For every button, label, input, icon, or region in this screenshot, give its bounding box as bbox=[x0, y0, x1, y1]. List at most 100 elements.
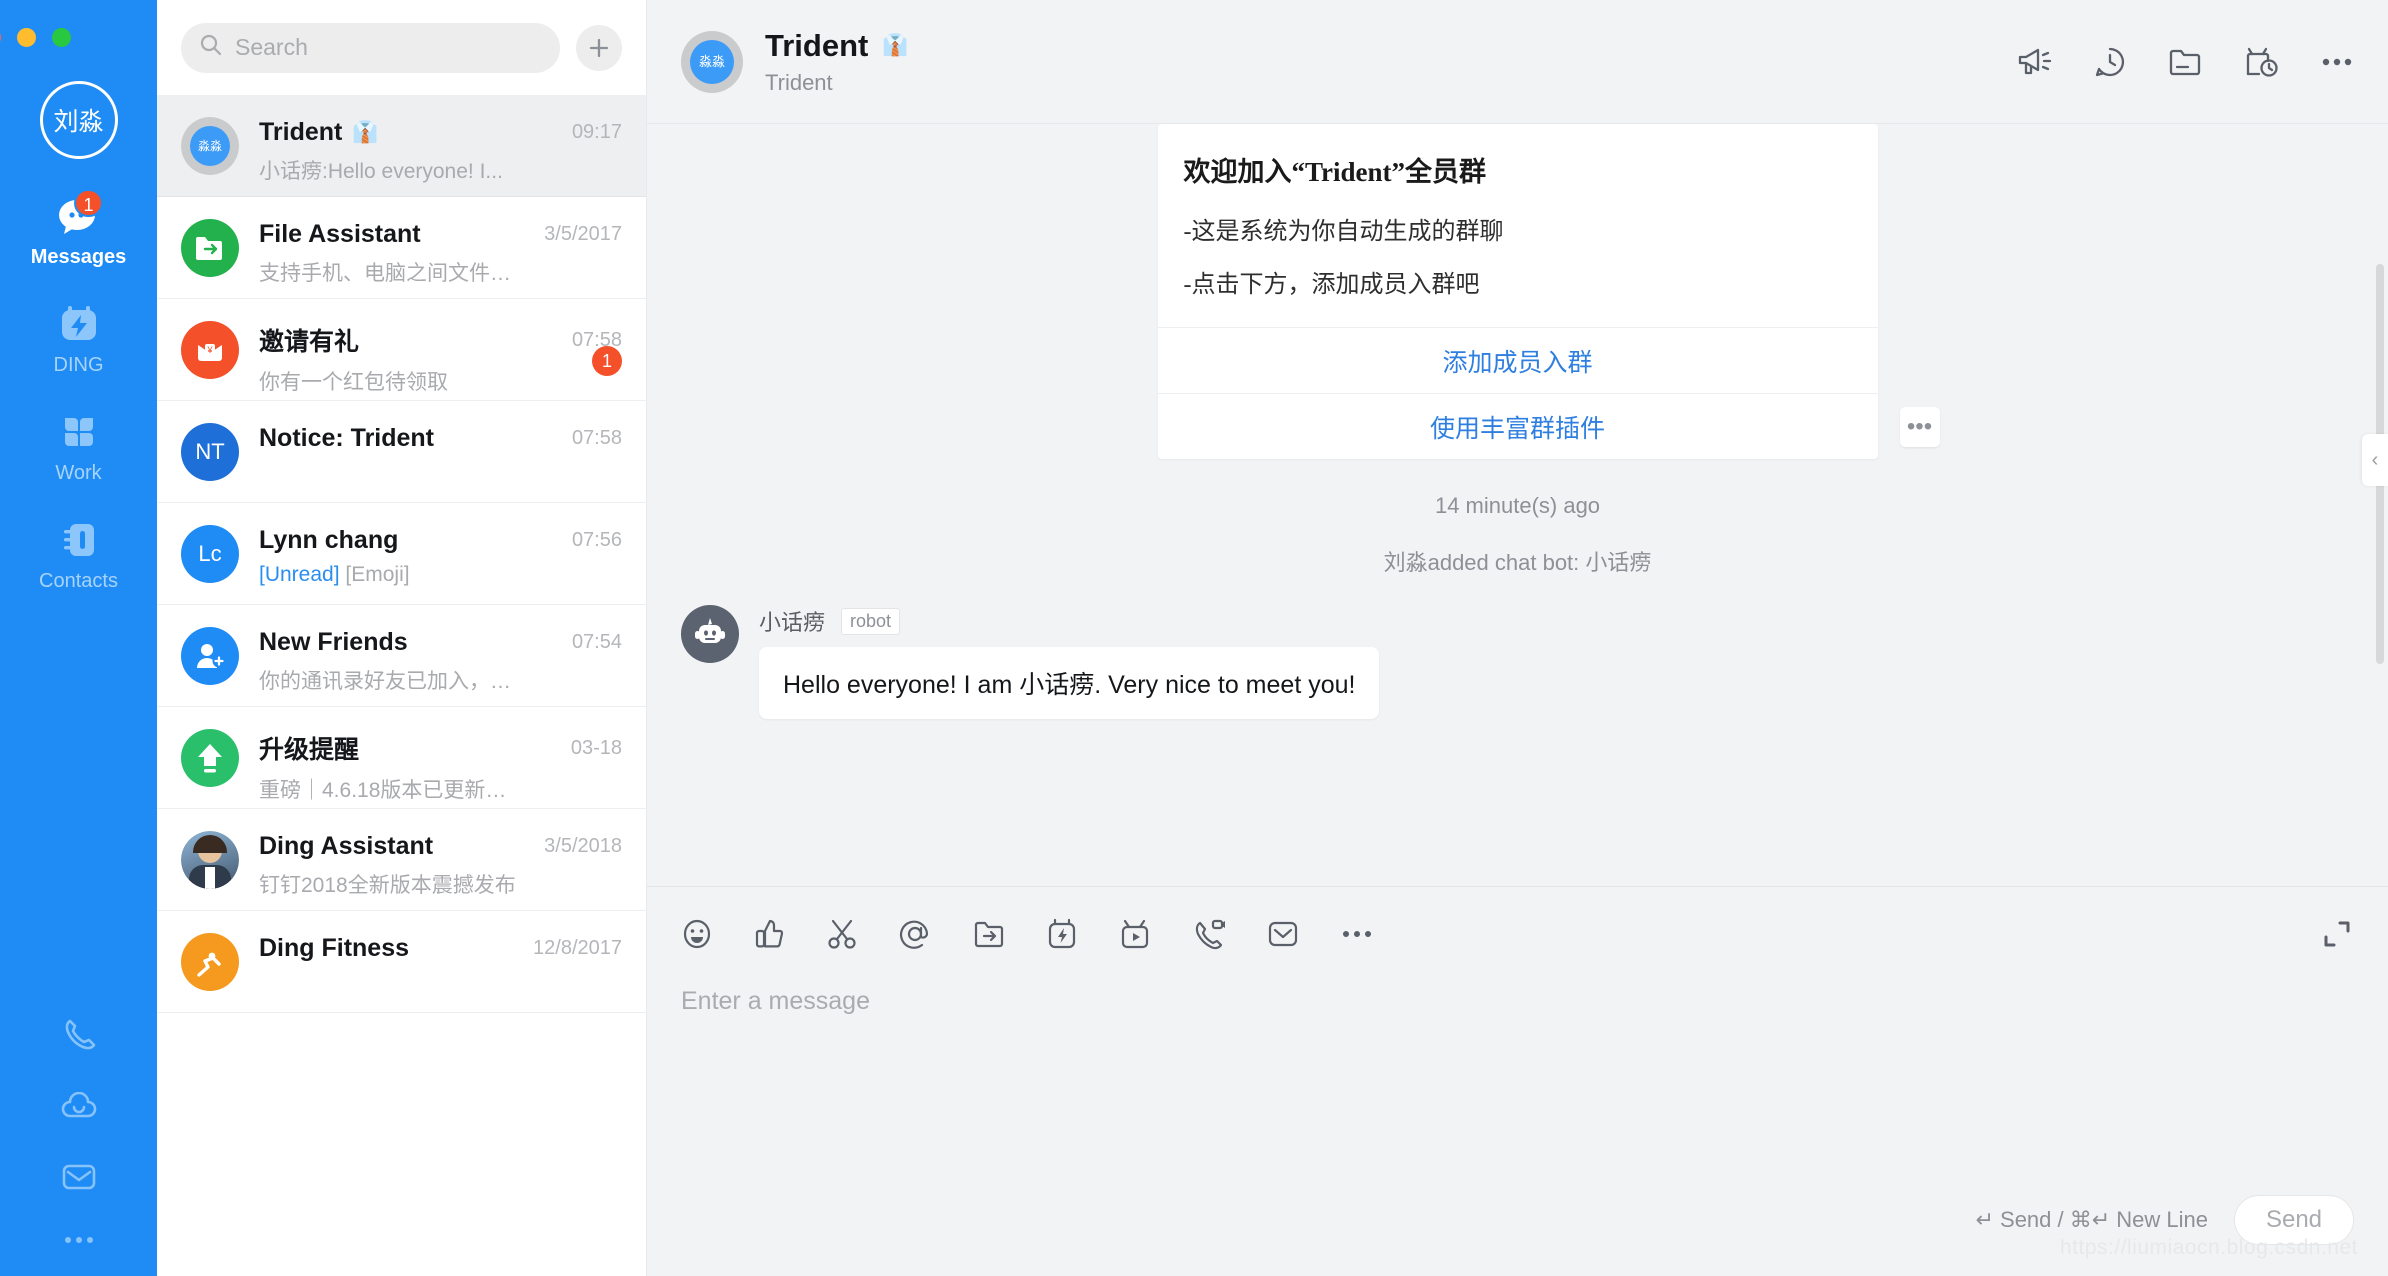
close-button[interactable] bbox=[0, 28, 1, 47]
avatar bbox=[181, 729, 239, 787]
list-item-body: 邀请有礼 07:58 你有一个红包待领取 bbox=[259, 321, 622, 396]
chat-history-icon[interactable] bbox=[2094, 46, 2126, 78]
send-button[interactable]: Send bbox=[2234, 1195, 2354, 1245]
cloud-icon[interactable] bbox=[61, 1091, 97, 1127]
more-icon[interactable] bbox=[62, 1232, 96, 1250]
list-item[interactable]: 升级提醒 03-18 重磅｜4.6.18版本已更新… bbox=[157, 707, 646, 809]
list-item-time: 03-18 bbox=[570, 736, 622, 759]
list-item-time: 12/8/2017 bbox=[533, 937, 622, 959]
search-input[interactable]: Search bbox=[181, 22, 560, 73]
avatar: Lc bbox=[181, 525, 239, 583]
preview-text: 钉钉2018全新版本震撼发布 bbox=[259, 874, 516, 897]
mention-icon[interactable] bbox=[899, 918, 931, 950]
status-badge: robot bbox=[841, 607, 901, 635]
sidebar-item-label: Messages bbox=[30, 246, 127, 268]
list-item[interactable]: Ding Fitness 12/8/2017 bbox=[157, 911, 646, 1013]
group-plugins-button[interactable]: 使用丰富群插件 bbox=[1157, 393, 1878, 459]
list-item-header: Lynn chang 07:56 bbox=[259, 526, 622, 555]
user-avatar[interactable]: 刘淼 bbox=[39, 81, 118, 159]
list-item-preview: 支持手机、电脑之间文件… bbox=[259, 257, 622, 287]
unread-label: [Unread] bbox=[259, 563, 340, 586]
add-conversation-button[interactable] bbox=[576, 24, 622, 71]
preview-text: 你的通讯录好友已加入，… bbox=[259, 670, 511, 693]
list-item-title: 邀请有礼 bbox=[259, 328, 360, 356]
live-video-icon[interactable] bbox=[1119, 918, 1151, 950]
avatar[interactable] bbox=[681, 605, 739, 663]
mail-icon[interactable] bbox=[62, 1163, 96, 1196]
zoom-button[interactable] bbox=[52, 28, 71, 47]
list-item-header: Ding Assistant 3/5/2018 bbox=[259, 832, 622, 861]
sidebar-item-label: Work bbox=[55, 462, 102, 484]
sidebar-item-messages[interactable]: 1 Messages bbox=[0, 189, 157, 269]
rail-nav: 1 Messages DING Work Contacts bbox=[0, 189, 157, 625]
announcement-icon[interactable] bbox=[2016, 46, 2052, 78]
list-item-body: Notice: Trident 07:58 bbox=[259, 423, 622, 461]
composer-toolbar bbox=[647, 887, 2388, 981]
list-item-header: Trident 👔 09:17 bbox=[259, 118, 622, 147]
list-item[interactable]: ¥ 邀请有礼 07:58 你有一个红包待领取 1 bbox=[157, 299, 646, 401]
file-send-icon[interactable] bbox=[973, 919, 1005, 949]
expand-icon[interactable] bbox=[2320, 917, 2354, 951]
sidebar-item-ding[interactable]: DING bbox=[0, 301, 157, 377]
preview-text: 你有一个红包待领取 bbox=[259, 371, 448, 394]
list-item-preview: [Unread] [Emoji] bbox=[259, 563, 622, 587]
list-item[interactable]: File Assistant 3/5/2017 支持手机、电脑之间文件… bbox=[157, 197, 646, 299]
svg-text:¥: ¥ bbox=[206, 345, 213, 355]
chat-header: 淼淼 Trident 👔 Trident bbox=[647, 0, 2388, 124]
avatar: NT bbox=[181, 423, 239, 481]
list-item[interactable]: NT Notice: Trident 07:58 bbox=[157, 401, 646, 503]
preview-text: [Emoji] bbox=[345, 563, 410, 586]
phone-icon[interactable] bbox=[62, 1017, 96, 1056]
list-item-body: File Assistant 3/5/2017 支持手机、电脑之间文件… bbox=[259, 219, 622, 287]
minimize-button[interactable] bbox=[17, 28, 36, 47]
chat-header-text: Trident 👔 Trident bbox=[765, 28, 909, 96]
list-item[interactable]: Ding Assistant 3/5/2018 钉钉2018全新版本震撼发布 bbox=[157, 809, 646, 911]
search-placeholder: Search bbox=[235, 34, 308, 60]
more-icon[interactable] bbox=[1341, 929, 1373, 939]
avatar: ¥ bbox=[181, 321, 239, 379]
video-call-icon[interactable] bbox=[1193, 918, 1225, 950]
group-welcome-card: 欢迎加入“Trident”全员群 -这是系统为你自动生成的群聊 -点击下方，添加… bbox=[1157, 124, 1940, 459]
list-item-title: Notice: Trident bbox=[259, 424, 435, 452]
thumbs-up-icon[interactable] bbox=[755, 918, 785, 950]
preview-text: 小话痨:Hello everyone! I... bbox=[259, 160, 503, 183]
live-timer-icon[interactable] bbox=[2244, 46, 2278, 78]
emoji-icon[interactable] bbox=[681, 918, 713, 950]
chat-header-actions bbox=[2016, 46, 2354, 78]
user-avatar-initials: 刘淼 bbox=[53, 108, 104, 136]
chat-avatar-text: 淼淼 bbox=[698, 54, 725, 69]
card-line: -这是系统为你自动生成的群聊 bbox=[1183, 219, 1504, 245]
tie-icon: 👔 bbox=[882, 34, 909, 57]
list-item-title: New Friends bbox=[259, 628, 408, 656]
chat-subtitle: Trident bbox=[765, 69, 833, 95]
list-item-title: Trident bbox=[259, 118, 343, 146]
folder-icon[interactable] bbox=[2168, 47, 2202, 77]
message-input[interactable]: Enter a message bbox=[647, 981, 2388, 1180]
list-item-title: Lynn chang bbox=[259, 526, 399, 554]
list-item-header: New Friends 07:54 bbox=[259, 628, 622, 657]
more-icon[interactable] bbox=[2320, 57, 2354, 67]
add-members-button[interactable]: 添加成员入群 bbox=[1157, 327, 1878, 393]
list-item-body: Lynn chang 07:56 [Unread] [Emoji] bbox=[259, 525, 622, 587]
sidebar-item-label: Contacts bbox=[39, 570, 118, 592]
message-scroll-area[interactable]: 欢迎加入“Trident”全员群 -这是系统为你自动生成的群聊 -点击下方，添加… bbox=[647, 124, 2388, 886]
card-line: -点击下方，添加成员入群吧 bbox=[1183, 272, 1480, 298]
list-item[interactable]: 淼淼 Trident 👔 09:17 小话痨:Hello everyone! I... bbox=[157, 95, 646, 197]
scissors-icon[interactable] bbox=[827, 918, 857, 950]
sidebar-item-work[interactable]: Work bbox=[0, 409, 157, 485]
window-traffic-lights bbox=[0, 28, 71, 47]
list-item-time: 3/5/2017 bbox=[544, 223, 622, 245]
avatar[interactable]: 淼淼 bbox=[681, 30, 743, 93]
message-more-icon[interactable]: ••• bbox=[1899, 407, 1940, 447]
sidebar-item-label: DING bbox=[53, 354, 104, 376]
conversation-list[interactable]: 淼淼 Trident 👔 09:17 小话痨:Hello everyone! I... F… bbox=[157, 95, 646, 1276]
avatar bbox=[181, 831, 239, 889]
list-item-time: 3/5/2018 bbox=[544, 835, 622, 857]
list-item-header: 邀请有礼 07:58 bbox=[259, 322, 622, 358]
mail-icon[interactable] bbox=[1267, 920, 1299, 948]
sidebar-collapse-button[interactable]: ‹ bbox=[2362, 434, 2388, 486]
list-item[interactable]: Lc Lynn chang 07:56 [Unread] [Emoji] bbox=[157, 503, 646, 605]
ding-icon[interactable] bbox=[1047, 918, 1077, 950]
sidebar-item-contacts[interactable]: Contacts bbox=[0, 517, 157, 593]
list-item[interactable]: New Friends 07:54 你的通讯录好友已加入，… bbox=[157, 605, 646, 707]
